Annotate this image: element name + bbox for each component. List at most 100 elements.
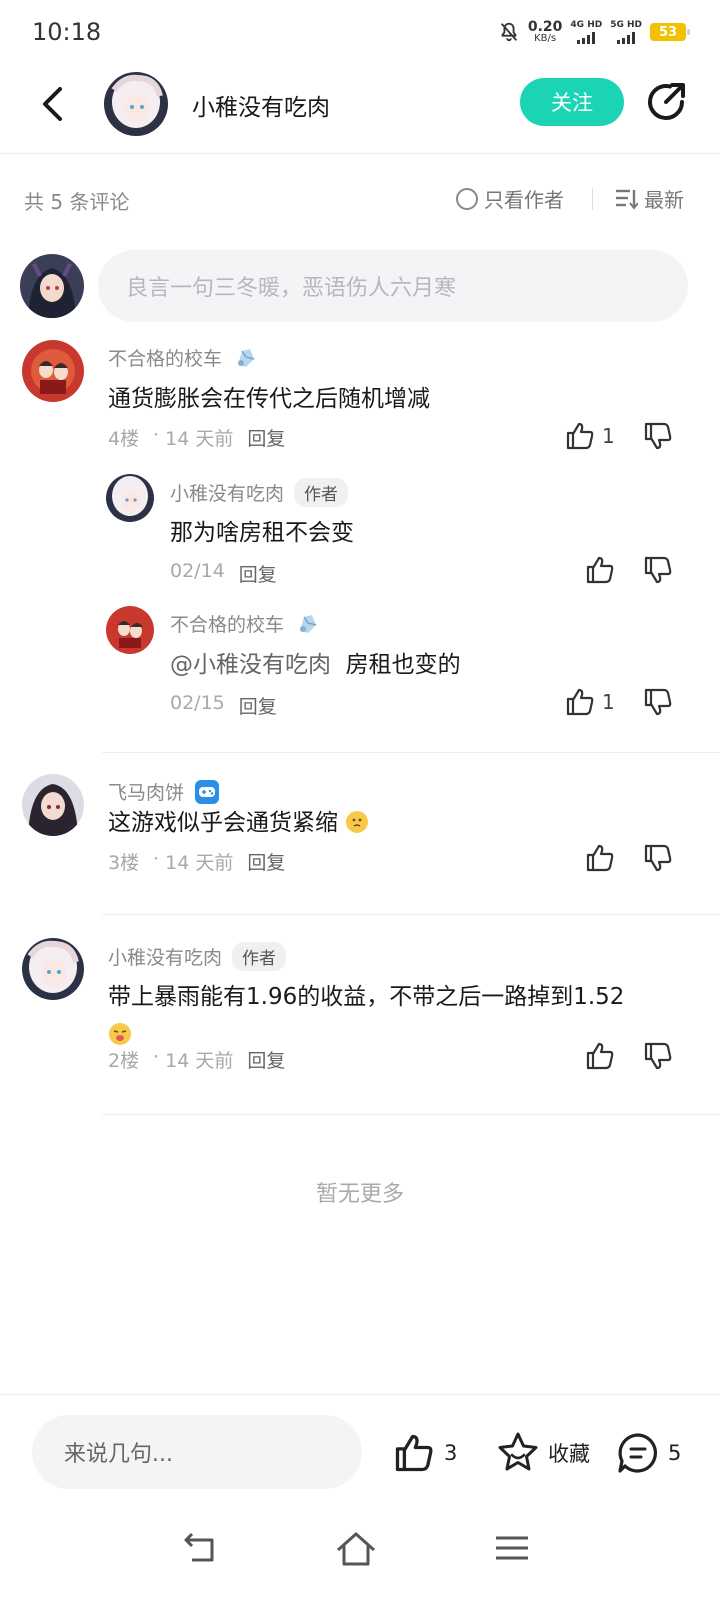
author-only-toggle[interactable]: 只看作者 (456, 184, 564, 213)
follow-button[interactable]: 关注 (520, 78, 624, 126)
thumbs-up-icon (395, 1434, 433, 1472)
thumbs-up-icon (586, 1042, 614, 1070)
reply-meta: 02/14 回复 (170, 560, 277, 587)
favorite-button[interactable]: 收藏 (496, 1431, 590, 1475)
filter-divider (592, 188, 593, 210)
reply-button[interactable]: 回复 (247, 848, 285, 875)
comment-bubble-icon (618, 1433, 658, 1473)
reply-text: @小稚没有吃肉 房租也变的 (170, 652, 461, 678)
gamepad-badge-icon (195, 779, 220, 804)
thumbs-down-icon (644, 556, 672, 584)
emoji-icon (109, 1023, 131, 1045)
user-badge-icon (300, 614, 317, 633)
comment-meta: 4楼 · 14 天前 回复 (108, 424, 286, 451)
like-button[interactable] (584, 842, 616, 874)
dislike-button[interactable] (642, 554, 674, 590)
author-badge: 作者 (294, 478, 349, 507)
dislike-button[interactable] (642, 842, 674, 878)
sort-icon (616, 189, 638, 210)
commenter-avatar[interactable] (22, 938, 84, 1000)
reply-avatar[interactable] (106, 606, 154, 654)
status-time: 10:18 (32, 18, 102, 46)
nav-home-button[interactable] (334, 1530, 378, 1570)
nav-back-icon (184, 1532, 214, 1562)
nav-menu-button[interactable] (492, 1530, 536, 1570)
comment-username[interactable]: 飞马肉饼 (108, 778, 220, 805)
author-name[interactable]: 小稚没有吃肉 (192, 88, 330, 122)
comment-divider (102, 752, 720, 753)
author-badge: 作者 (232, 942, 287, 971)
comment-text: 这游戏似乎会通货紧缩 (108, 804, 369, 842)
comment-divider (102, 914, 720, 915)
user-badge-icon (238, 348, 255, 367)
signal-4g-icon: 4G HD (570, 20, 602, 44)
post-like-count: 3 (444, 1441, 458, 1465)
reply-button[interactable]: 回复 (247, 1046, 285, 1073)
dislike-button[interactable] (642, 1040, 674, 1076)
comment-text: 通货膨胀会在传代之后随机增减 (108, 386, 430, 412)
system-nav-bar (0, 1506, 720, 1600)
like-button[interactable] (584, 1040, 616, 1072)
like-count: 1 (602, 424, 615, 448)
dislike-button[interactable] (642, 686, 674, 722)
comment-meta: 3楼 · 14 天前 回复 (108, 848, 286, 875)
thumbs-down-icon (644, 844, 672, 872)
comment-username[interactable]: 小稚没有吃肉 作者 (108, 942, 287, 971)
share-button[interactable] (644, 80, 688, 124)
back-button[interactable] (32, 84, 72, 124)
bell-muted-icon (500, 22, 517, 42)
comments-count: 5 (668, 1441, 682, 1465)
post-header: 小稚没有吃肉 关注 (0, 66, 720, 154)
reply-button[interactable]: 回复 (247, 424, 285, 451)
like-count: 1 (602, 690, 615, 714)
star-icon (498, 1432, 538, 1471)
like-button[interactable] (584, 554, 616, 586)
comment-username[interactable]: 不合格的校车 (108, 344, 258, 371)
no-more-label: 暂无更多 (315, 1182, 404, 1207)
reply-username[interactable]: 不合格的校车 (170, 610, 320, 637)
radio-icon (456, 187, 478, 210)
thumbs-down-icon (644, 1042, 672, 1070)
status-bar: 10:18 0.20 KB/s 4G HD 5G HD 53 (0, 0, 720, 66)
comments-button[interactable]: 5 (616, 1431, 681, 1475)
post-like-button[interactable]: 3 (392, 1431, 457, 1475)
like-button[interactable]: 1 (564, 686, 615, 718)
comment-meta: 2楼 · 14 天前 回复 (108, 1046, 286, 1073)
reply-input[interactable]: 来说几句... (32, 1415, 362, 1489)
sort-label: 最新 (644, 188, 684, 212)
thumbs-up-icon (566, 422, 594, 450)
dislike-button[interactable] (642, 420, 674, 456)
reply-avatar[interactable] (106, 474, 154, 522)
net-speed: 0.20 KB/s (527, 19, 563, 44)
my-avatar (20, 254, 84, 318)
comment-count: 共 5 条评论 (24, 190, 130, 214)
menu-icon (496, 1536, 528, 1560)
reply-button[interactable]: 回复 (239, 560, 277, 587)
commenter-avatar[interactable] (22, 774, 84, 836)
commenter-avatar[interactable] (22, 340, 84, 402)
bottom-action-bar: 来说几句... 3 收藏 5 (0, 1394, 720, 1504)
emoji-icon (346, 811, 369, 833)
reply-username[interactable]: 小稚没有吃肉 作者 (170, 478, 349, 507)
sort-button[interactable]: 最新 (614, 184, 684, 213)
comment-input[interactable]: 良言一句三冬暖，恶语伤人六月寒 (98, 250, 688, 322)
favorite-label: 收藏 (548, 1442, 590, 1466)
mention-link[interactable]: @小稚没有吃肉 (170, 652, 331, 678)
reply-button[interactable]: 回复 (239, 692, 277, 719)
battery-icon: 53 (650, 23, 690, 41)
thumbs-up-icon (566, 688, 594, 716)
comment-divider (102, 1114, 720, 1115)
share-icon (648, 83, 685, 120)
home-icon (337, 1532, 375, 1566)
comment-filter-row: 共 5 条评论 只看作者 最新 (0, 180, 720, 220)
thumbs-down-icon (644, 688, 672, 716)
author-only-label: 只看作者 (484, 188, 564, 212)
like-button[interactable]: 1 (564, 420, 615, 452)
thumbs-up-icon (586, 844, 614, 872)
author-avatar[interactable] (104, 72, 168, 136)
chevron-left-icon (43, 87, 62, 121)
reply-text: 那为啥房租不会变 (170, 520, 354, 546)
thumbs-down-icon (644, 422, 672, 450)
nav-back-button[interactable] (180, 1530, 224, 1570)
status-icons: 0.20 KB/s 4G HD 5G HD 53 (498, 19, 690, 44)
